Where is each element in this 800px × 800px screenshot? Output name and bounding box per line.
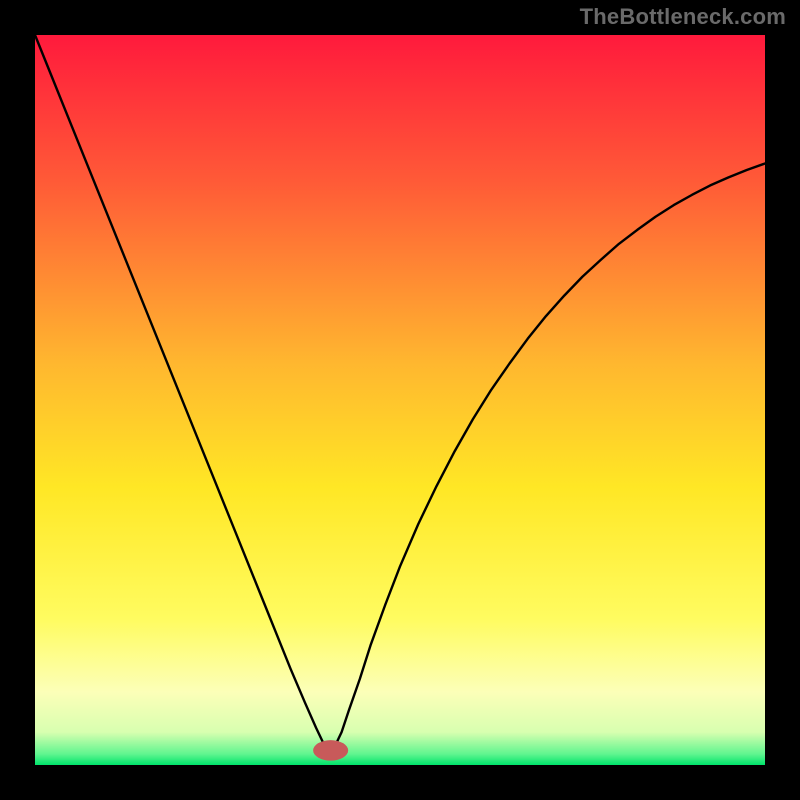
watermark-text: TheBottleneck.com <box>580 4 786 30</box>
bottleneck-chart <box>0 0 800 800</box>
optimum-marker <box>313 740 348 760</box>
chart-frame: TheBottleneck.com <box>0 0 800 800</box>
plot-background <box>35 35 765 765</box>
